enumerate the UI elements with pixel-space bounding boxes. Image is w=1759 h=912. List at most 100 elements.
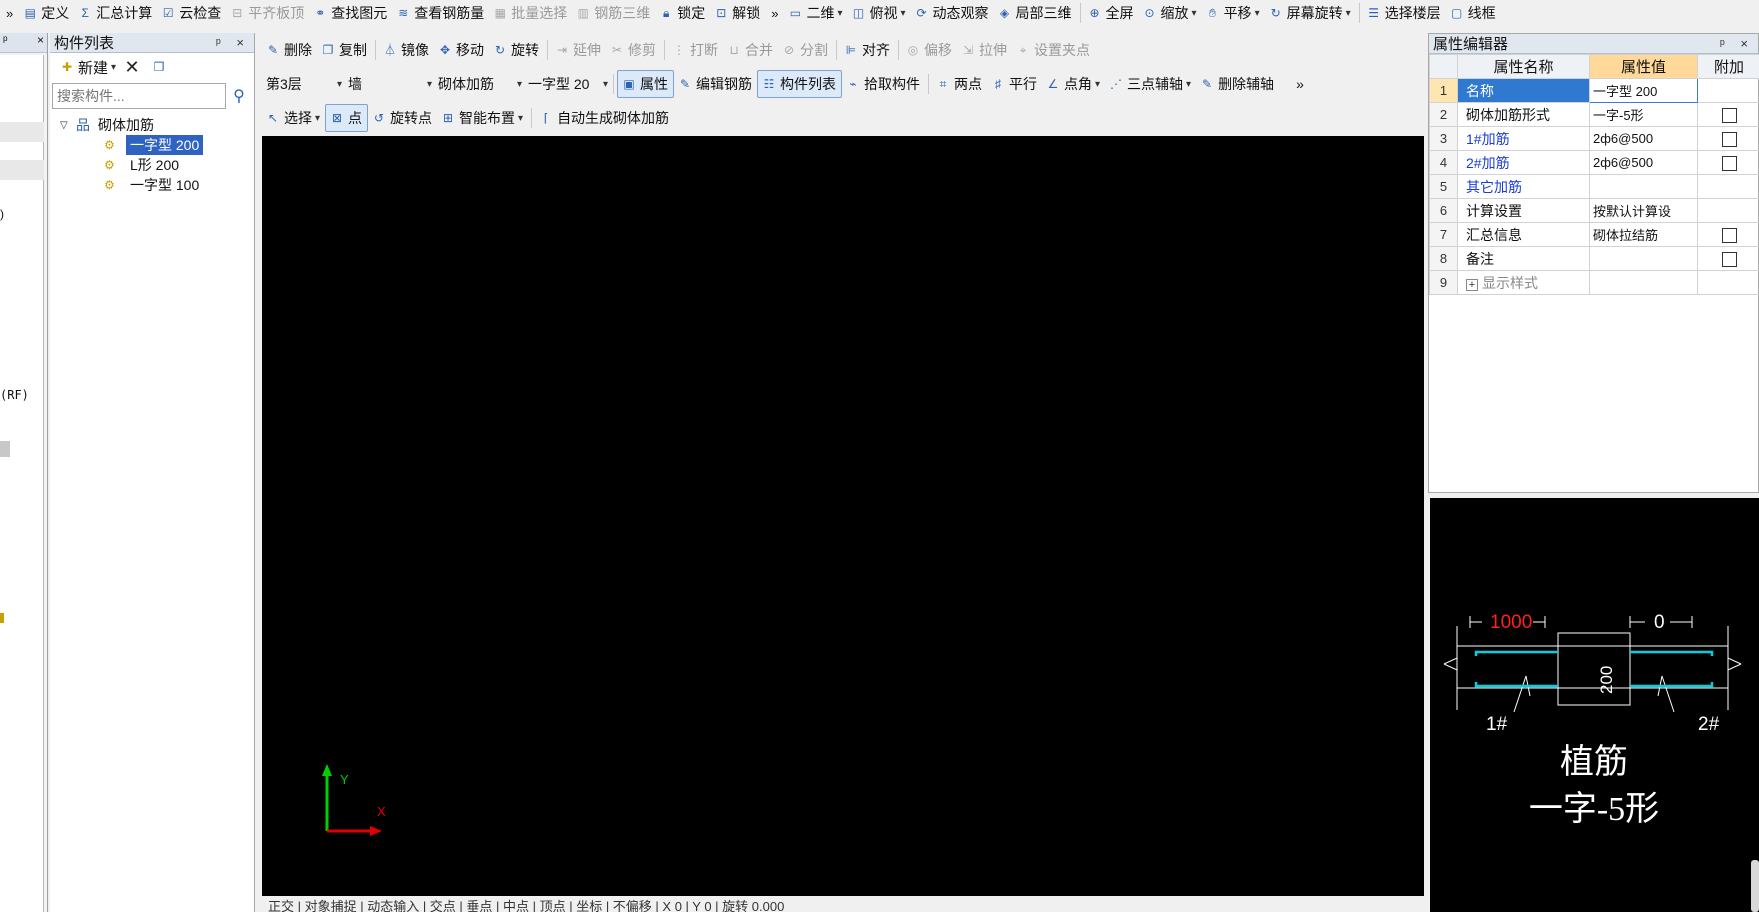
property-value-cell[interactable]: 一字型 200 (1589, 78, 1698, 103)
copy-component-button[interactable]: ❐ (148, 53, 175, 81)
edit-toolbar-button[interactable]: ⇲ 拉伸 (957, 36, 1012, 64)
edit-toolbar-button[interactable]: ✂ 修剪 (606, 36, 661, 64)
preview-scrollbar[interactable] (1751, 860, 1759, 912)
category-select[interactable]: 墙 (344, 72, 434, 96)
extra-checkbox[interactable] (1721, 227, 1737, 243)
new-component-button[interactable]: ✚ 新建 (56, 53, 121, 81)
tree-root[interactable]: ▽ 品 砌体加筋 (50, 115, 254, 135)
property-row[interactable]: 4 2#加筋 2ф6@500 (1429, 150, 1759, 175)
draw-toolbar-button[interactable]: ↖ 选择 (262, 104, 325, 132)
view-toolbar-button[interactable]: ↻ 屏幕旋转 (1265, 0, 1356, 26)
extra-checkbox[interactable] (1721, 107, 1737, 123)
main-toolbar-button[interactable]: ⊟ 平齐板顶 (226, 0, 309, 26)
property-row[interactable]: 8 备注 (1429, 246, 1759, 271)
edit-toolbar-button[interactable]: ⇥ 延伸 (551, 36, 606, 64)
drawing-canvas[interactable]: Y X (262, 136, 1424, 896)
property-value-cell[interactable]: 按默认计算设 (1589, 198, 1698, 223)
pin-icon[interactable]: ᵖ (3, 33, 8, 52)
view-toolbar-button[interactable]: ◈ 局部三维 (994, 0, 1077, 26)
axis-tool-button[interactable]: ∠ 点角 (1042, 70, 1105, 98)
draw-toolbar-button[interactable]: ⊠ 点 (325, 104, 369, 132)
main-toolbar-button[interactable]: ⊡ 解锁 (710, 0, 765, 26)
draw-toolbar-button[interactable]: ↺ 旋转点 (368, 104, 437, 132)
property-value-cell[interactable] (1589, 174, 1698, 199)
view-toolbar-button[interactable]: ⊕ 全屏 (1084, 0, 1139, 26)
property-row[interactable]: 1 名称 一字型 200 (1429, 78, 1759, 103)
draw-toolbar-button[interactable]: ⊞ 智能布置 (437, 104, 528, 132)
view-mode-button[interactable]: ☷ 构件列表 (757, 70, 842, 98)
property-value-cell[interactable] (1589, 246, 1698, 271)
property-value-cell[interactable]: 一字-5形 (1589, 102, 1698, 127)
axis-tool-button[interactable]: ♯ 平行 (987, 70, 1042, 98)
property-value-cell[interactable]: 2ф6@500 (1589, 150, 1698, 175)
left-nav-item[interactable] (0, 122, 44, 142)
edit-toolbar-button[interactable]: ✥ 移动 (434, 36, 489, 64)
view-toolbar-button[interactable]: ⟳ 动态观察 (911, 0, 994, 26)
main-toolbar-button[interactable]: ▦ 批量选择 (489, 0, 572, 26)
main-toolbar-button[interactable]: ⚭ 查找图元 (309, 0, 392, 26)
main-toolbar-button[interactable]: Σ 汇总计算 (74, 0, 157, 26)
delete-component-button[interactable]: ✕ (121, 53, 148, 81)
edit-toolbar-button[interactable]: ⏃ 镜像 (379, 36, 434, 64)
edit-toolbar-button[interactable]: ⋮ 打断 (668, 36, 723, 64)
pin-icon[interactable]: ᵖ (1720, 36, 1731, 51)
edit-toolbar-button[interactable]: ⊔ 合并 (723, 36, 778, 64)
main-toolbar-button[interactable]: 🔒︎ 锁定 (655, 0, 710, 26)
edit-toolbar-button[interactable]: ◎ 偏移 (902, 36, 957, 64)
expand-plus-icon[interactable]: + (1466, 278, 1478, 291)
axis-tool-button[interactable]: ⌗ 两点 (932, 70, 987, 98)
view-toolbar-button[interactable]: ✋︎ 平移 (1202, 0, 1265, 26)
view-toolbar-button[interactable]: ▢ 线框 (1446, 0, 1501, 26)
main-toolbar-button[interactable]: ▥ 钢筋三维 (572, 0, 655, 26)
property-row[interactable]: 9 + 显示样式 (1429, 270, 1759, 295)
edit-toolbar-button[interactable]: ⊫ 对齐 (840, 36, 895, 64)
floor-select[interactable]: 第3层 (262, 72, 344, 96)
property-row[interactable]: 3 1#加筋 2ф6@500 (1429, 126, 1759, 151)
view-toolbar-button[interactable]: ▭ 二维 (784, 0, 847, 26)
close-icon[interactable]: × (236, 35, 250, 50)
tree-item[interactable]: ⚙ L形 200 (104, 155, 254, 175)
left-nav-item[interactable] (0, 441, 10, 457)
view-toolbar-button[interactable]: ◫ 俯视 (848, 0, 911, 26)
property-row[interactable]: 2 砌体加筋形式 一字-5形 (1429, 102, 1759, 127)
property-value-cell[interactable]: 2ф6@500 (1589, 126, 1698, 151)
extra-checkbox[interactable] (1721, 251, 1737, 267)
tree-item[interactable]: ⚙ 一字型 100 (104, 175, 254, 195)
property-value-cell[interactable]: 砌体拉结筋 (1589, 222, 1698, 247)
tree-item[interactable]: ⚙ 一字型 200 (104, 135, 254, 155)
toolbar-overflow-right[interactable]: » (1293, 70, 1309, 98)
edit-toolbar-button[interactable]: ⌖ 设置夹点 (1012, 36, 1095, 64)
main-toolbar-button[interactable]: ▤ 定义 (19, 0, 74, 26)
main-toolbar-button[interactable]: ≋ 查看钢筋量 (392, 0, 489, 26)
close-icon[interactable]: × (1740, 36, 1754, 51)
property-row[interactable]: 5 其它加筋 (1429, 174, 1759, 199)
pin-icon[interactable]: ᵖ (216, 35, 227, 50)
axis-tool-button[interactable]: ✎ 删除辅轴 (1196, 70, 1279, 98)
extra-checkbox[interactable] (1721, 131, 1737, 147)
edit-toolbar-button[interactable]: ❐ 复制 (317, 36, 372, 64)
edit-toolbar-button[interactable]: ✎ 删除 (262, 36, 317, 64)
component-select[interactable]: 一字型 20 (524, 72, 610, 96)
collapse-icon[interactable]: ▽ (60, 120, 72, 131)
view-toolbar-button[interactable]: ⊙ 缩放 (1139, 0, 1202, 26)
edit-toolbar-button[interactable]: ↻ 旋转 (489, 36, 544, 64)
draw-toolbar-button[interactable]: ⌈ 自动生成砌体加筋 (535, 104, 674, 132)
search-input[interactable] (52, 83, 226, 109)
property-row[interactable]: 7 汇总信息 砌体拉结筋 (1429, 222, 1759, 247)
search-icon[interactable]: ⚲ (226, 83, 252, 109)
property-value-cell[interactable] (1589, 270, 1698, 295)
property-row[interactable]: 6 计算设置 按默认计算设 (1429, 198, 1759, 223)
toolbar-overflow-left[interactable]: » (0, 0, 19, 26)
left-nav-item[interactable] (0, 160, 44, 180)
view-mode-button[interactable]: ⌁ 拾取构件 (842, 70, 925, 98)
toolbar-overflow-mid[interactable]: » (765, 0, 784, 26)
view-mode-button[interactable]: ✎ 编辑钢筋 (674, 70, 757, 98)
view-mode-button[interactable]: ▣ 属性 (617, 70, 674, 98)
close-icon[interactable]: × (37, 33, 44, 52)
type-select[interactable]: 砌体加筋 (434, 72, 524, 96)
edit-toolbar-button[interactable]: ⊘ 分割 (778, 36, 833, 64)
axis-tool-button[interactable]: ⋰ 三点辅轴 (1105, 70, 1196, 98)
view-toolbar-button[interactable]: ☰ 选择楼层 (1363, 0, 1446, 26)
extra-checkbox[interactable] (1721, 155, 1737, 171)
main-toolbar-button[interactable]: ☑ 云检查 (157, 0, 226, 26)
